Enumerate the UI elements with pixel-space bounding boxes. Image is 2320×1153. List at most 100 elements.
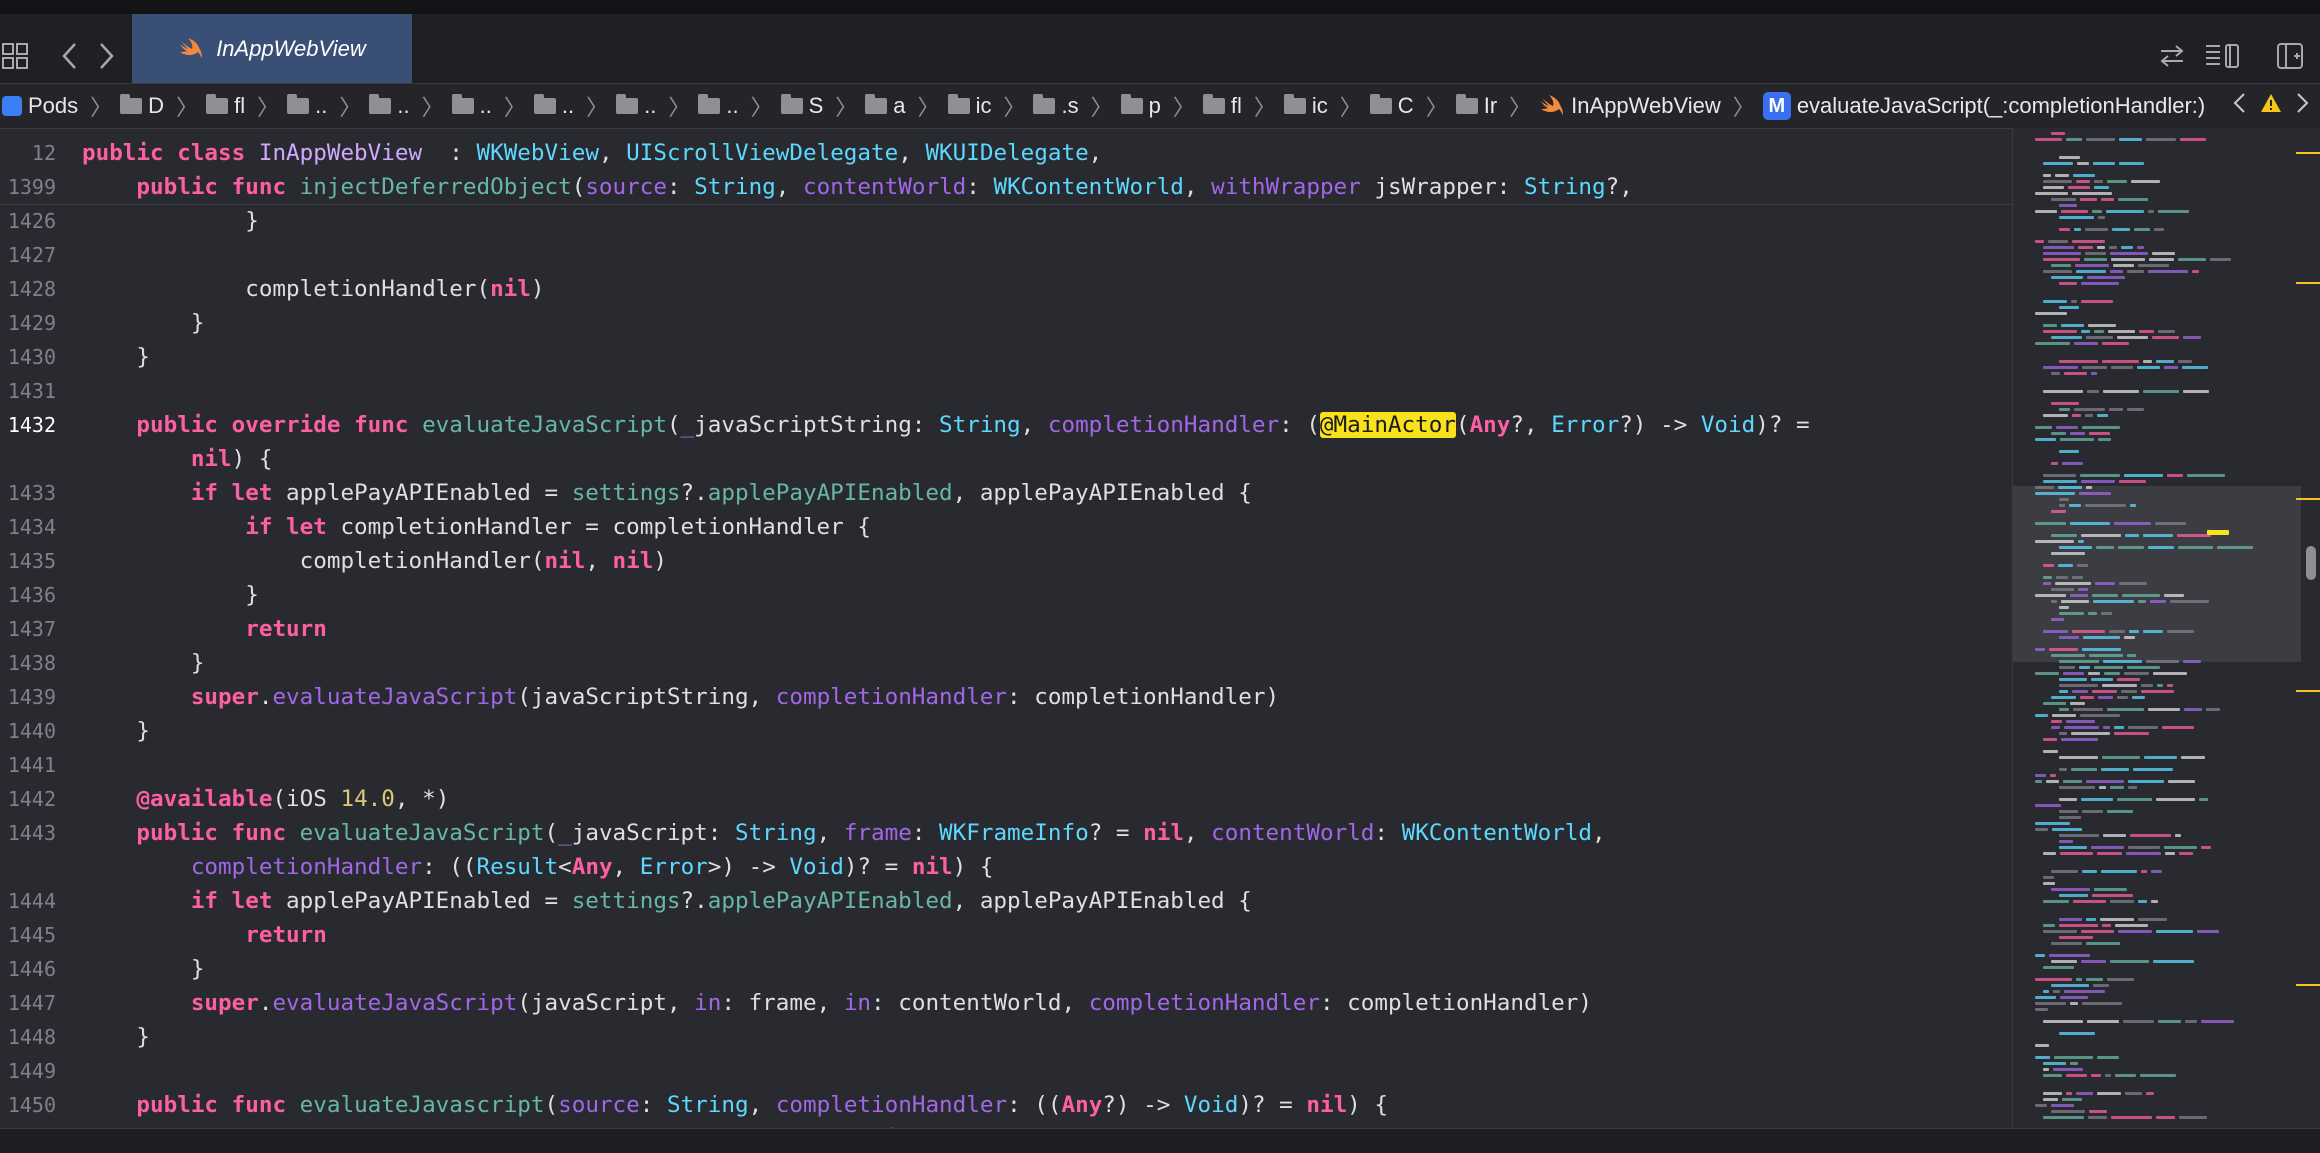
forward-arrow-icon[interactable] — [92, 28, 122, 84]
code-line[interactable]: 1443 public func evaluateJavaScript(_jav… — [0, 816, 2012, 850]
tab-inappwebview[interactable]: InAppWebView — [132, 14, 412, 83]
code-token: Error — [1551, 412, 1620, 438]
minimap-line — [2054, 1056, 2093, 1059]
minimap-line — [2051, 888, 2090, 891]
minimap-line — [2043, 564, 2054, 567]
code-line[interactable]: 1426 } — [0, 204, 2012, 238]
line-number: 1432 — [7, 413, 56, 437]
code-line[interactable]: nil) { — [0, 442, 2012, 476]
code-line[interactable]: 1435 completionHandler(nil, nil) — [0, 544, 2012, 578]
minimap-line — [2091, 372, 2097, 375]
jumpbar-method[interactable]: M evaluateJavaScript(_:completionHandler… — [1762, 92, 2205, 120]
minimap-line — [2085, 228, 2108, 231]
source-editor[interactable]: 12 public class InAppWebView : WKWebView,… — [0, 128, 2012, 1128]
folder-icon — [698, 94, 721, 114]
breadcrumb-folder[interactable]: D 〉 — [120, 90, 198, 122]
code-line[interactable]: 1428 completionHandler(nil) — [0, 272, 2012, 306]
code-line[interactable]: 1444 if let applePayAPIEnabled = setting… — [0, 884, 2012, 918]
chevron-right-icon[interactable] — [2296, 92, 2310, 120]
minimap-line — [2109, 408, 2123, 411]
minimap-line — [2043, 900, 2069, 903]
scrollbar-thumb[interactable] — [2306, 546, 2316, 580]
minimap-line — [2123, 1020, 2154, 1023]
minimap-line — [2060, 852, 2093, 855]
breadcrumb-folder[interactable]: .s 〉 — [1033, 90, 1113, 122]
code-token: evaluateJavaScript — [299, 820, 545, 846]
code-line[interactable]: 1445 return — [0, 918, 2012, 952]
code-token: , — [1183, 820, 1212, 846]
breadcrumb-pods[interactable]: Pods 〉 — [2, 90, 112, 122]
code-token: : frame, — [721, 990, 844, 1016]
back-arrow-icon[interactable] — [54, 28, 84, 84]
minimap-line — [2043, 630, 2068, 633]
jumpbar-file[interactable]: InAppWebView 〉 — [1539, 90, 1755, 122]
minimap[interactable] — [2012, 128, 2303, 1128]
code-line[interactable]: completionHandler: ((Result<Any, Error>)… — [0, 850, 2012, 884]
breadcrumb-folder[interactable]: .. 〉 — [698, 90, 773, 122]
code-line[interactable]: 1442 @available(iOS 14.0, *) — [0, 782, 2012, 816]
code-line[interactable]: 1437 return — [0, 612, 2012, 646]
breadcrumb-folder[interactable]: .. 〉 — [616, 90, 690, 122]
breadcrumb-folder[interactable]: .. 〉 — [369, 90, 444, 122]
breadcrumb-folder[interactable]: p 〉 — [1120, 90, 1195, 122]
scrollbar[interactable] — [2302, 128, 2320, 1128]
swap-icon[interactable] — [2154, 28, 2190, 84]
minimap-line — [2043, 738, 2057, 741]
code-line[interactable]: 1448 } — [0, 1020, 2012, 1054]
minimap-line — [2043, 1074, 2062, 1077]
minimap-line — [2043, 990, 2049, 993]
minimap-line — [2059, 840, 2073, 843]
code-line[interactable]: 1438 } — [0, 646, 2012, 680]
breadcrumb-folder[interactable]: fl 〉 — [206, 90, 279, 122]
code-line[interactable]: 1434 if let completionHandler = completi… — [0, 510, 2012, 544]
code-token: WKWebView — [476, 140, 599, 166]
sticky-header-line[interactable]: 1399 public func injectDeferredObject(so… — [0, 170, 2012, 205]
breadcrumb-label: .. — [479, 93, 492, 118]
chevron-left-icon[interactable] — [2232, 92, 2246, 120]
minimap-line — [2068, 186, 2090, 189]
code-line[interactable]: 1433 if let applePayAPIEnabled = setting… — [0, 476, 2012, 510]
minimap-line — [2107, 810, 2133, 813]
code-line[interactable]: 1440 } — [0, 714, 2012, 748]
code-token: public override func — [136, 412, 423, 438]
code-line[interactable]: 1427 — [0, 238, 2012, 272]
minimap-line — [2148, 270, 2188, 273]
minimap-line — [2110, 786, 2124, 789]
minimap-line — [2059, 1032, 2095, 1035]
folder-icon — [1455, 94, 1478, 114]
breadcrumb-folder[interactable]: ic 〉 — [947, 90, 1025, 122]
code-line[interactable]: 1432 public override func evaluateJavaSc… — [0, 408, 2012, 442]
breadcrumb-folder[interactable]: .. 〉 — [287, 90, 361, 122]
inspector-layout-icon[interactable] — [2202, 28, 2242, 84]
code-token: completionHandler — [1088, 990, 1320, 1016]
code-line[interactable]: 1441 — [0, 748, 2012, 782]
code-line[interactable]: 1450 public func evaluateJavascript(sour… — [0, 1088, 2012, 1122]
code-line[interactable]: 1447 super.evaluateJavaScript(javaScript… — [0, 986, 2012, 1020]
breadcrumb-folder[interactable]: a 〉 — [865, 90, 940, 122]
breadcrumb-folder[interactable]: fl 〉 — [1202, 90, 1276, 122]
code-line[interactable]: 1430 } — [0, 340, 2012, 374]
line-number: 1435 — [7, 549, 56, 573]
grid-icon[interactable] — [0, 28, 30, 84]
add-editor-icon[interactable] — [2272, 28, 2308, 84]
minimap-line — [2117, 696, 2128, 699]
code-line[interactable]: 1429 } — [0, 306, 2012, 340]
code-line[interactable]: 1446 } — [0, 952, 2012, 986]
minimap-line — [2156, 798, 2195, 801]
breadcrumb-folder[interactable]: S 〉 — [780, 90, 857, 122]
breadcrumb-folder[interactable]: .. 〉 — [451, 90, 526, 122]
breadcrumb-folder[interactable]: Ir 〉 — [1455, 90, 1531, 122]
code-line[interactable]: 1449 — [0, 1054, 2012, 1088]
breadcrumb-folder[interactable]: C 〉 — [1369, 90, 1448, 122]
line-number: 1439 — [7, 685, 56, 709]
breadcrumb-folder[interactable]: ic 〉 — [1283, 90, 1362, 122]
code-token: } — [82, 956, 205, 982]
warning-icon[interactable] — [2260, 93, 2282, 119]
breadcrumb-folder[interactable]: .. 〉 — [533, 90, 608, 122]
code-line[interactable]: 1431 — [0, 374, 2012, 408]
code-line[interactable]: 1439 super.evaluateJavaScript(javaScript… — [0, 680, 2012, 714]
code-line[interactable]: 1436 } — [0, 578, 2012, 612]
code-token: >) -> — [707, 854, 790, 880]
sticky-header-line[interactable]: 12 public class InAppWebView : WKWebView,… — [0, 136, 2012, 171]
code-text: super.evaluateJavaScript(javaScript, in:… — [82, 986, 1592, 1020]
